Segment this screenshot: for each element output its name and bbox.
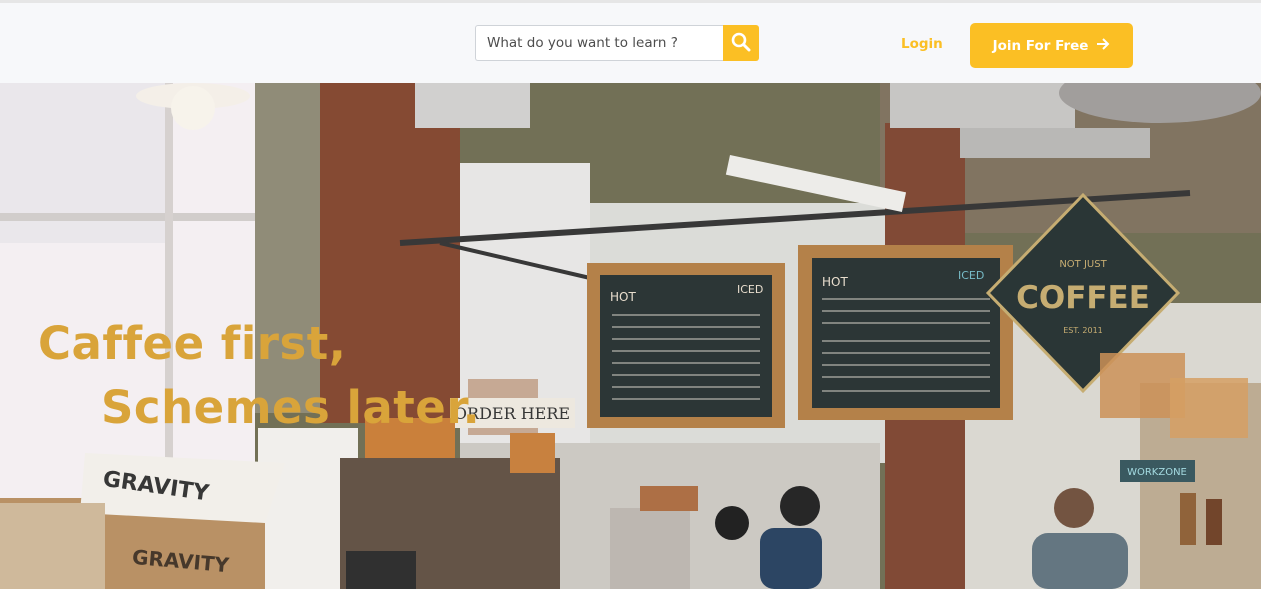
search-input[interactable]: [476, 26, 723, 60]
search-box: [475, 25, 723, 61]
arrow-right-icon: [1096, 37, 1110, 54]
hero-banner: HOT ICED HOT ICED NOT JUST COFFEE EST. 2…: [0, 83, 1261, 589]
hero-tagline-line1: Caffee first,: [38, 317, 347, 370]
login-link[interactable]: Login: [901, 36, 943, 52]
hero-tagline-line2: Schemes later.: [101, 381, 481, 434]
top-header: Login Join For Free: [0, 0, 1261, 83]
search-icon: [731, 32, 751, 55]
join-for-free-button[interactable]: Join For Free: [970, 23, 1133, 68]
join-button-label: Join For Free: [992, 37, 1089, 54]
search-button[interactable]: [723, 25, 759, 61]
